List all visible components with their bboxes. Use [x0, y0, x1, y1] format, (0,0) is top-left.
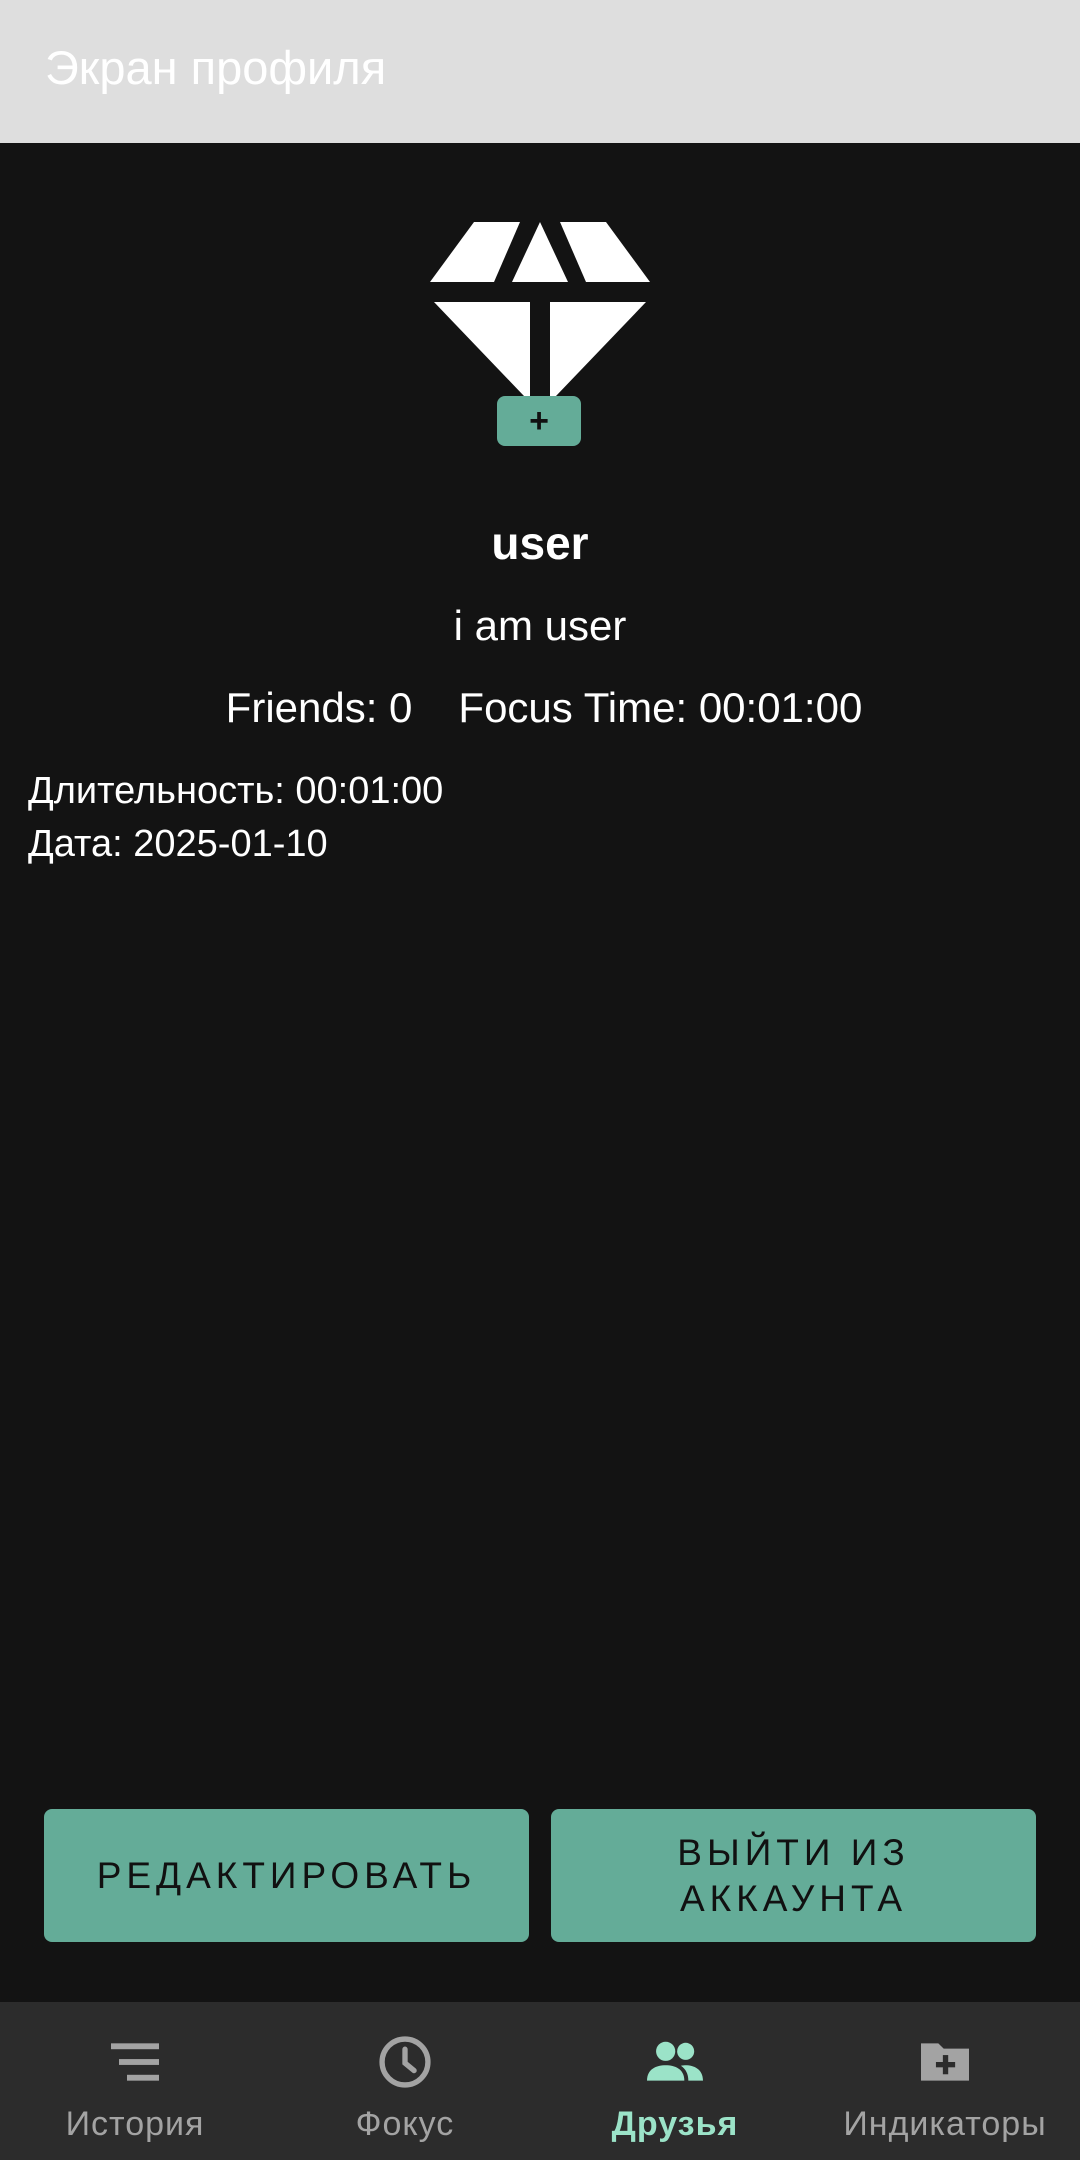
nav-label-friends: Друзья [611, 2105, 739, 2143]
nav-label-indicators: Индикаторы [843, 2105, 1047, 2143]
session-duration: Длительность: 00:01:00 [28, 770, 444, 812]
clock-icon [379, 2036, 431, 2088]
friends-count: Friends: 0 [225, 684, 413, 731]
nav-item-history[interactable]: История [0, 2002, 270, 2160]
avatar-add-button[interactable]: + [497, 396, 581, 446]
app-bar-title: Экран профиля [45, 41, 387, 94]
focus-time: Focus Time: 00:01:00 [458, 684, 863, 731]
diamond-avatar-icon [430, 222, 650, 396]
username: user [491, 517, 589, 569]
list-icon [111, 2043, 159, 2081]
nav-item-indicators[interactable]: Индикаторы [810, 2002, 1080, 2160]
edit-button[interactable]: РЕДАКТИРОВАТЬ [44, 1809, 529, 1942]
people-icon [647, 2041, 703, 2081]
nav-label-history: История [65, 2105, 205, 2143]
nav-item-friends[interactable]: Друзья [540, 2002, 810, 2160]
nav-label-focus: Фокус [355, 2105, 455, 2143]
status-text: i am user [453, 602, 627, 649]
logout-button[interactable]: ВЫЙТИ ИЗ АККАУНТА [551, 1809, 1036, 1942]
folder-add-icon [921, 2043, 969, 2081]
edit-button-label: РЕДАКТИРОВАТЬ [96, 1854, 477, 1896]
session-info: Длительность: 00:01:00 Дата: 2025-01-10 [28, 765, 443, 871]
profile-screen: Экран профиля + user i am user Friends: … [0, 0, 1080, 2160]
bottom-navigation: История Фокус Друзья Индикаторы [0, 2002, 1080, 2160]
nav-item-focus[interactable]: Фокус [270, 2002, 540, 2160]
session-date: Дата: 2025-01-10 [28, 823, 328, 865]
logout-button-label: ВЫЙТИ ИЗ АККАУНТА [677, 1831, 910, 1919]
profile-stats: Friends: 0 Focus Time: 00:01:00 [0, 678, 1080, 738]
avatar[interactable]: + [428, 218, 652, 448]
top-app-bar: Экран профиля [0, 0, 1080, 143]
